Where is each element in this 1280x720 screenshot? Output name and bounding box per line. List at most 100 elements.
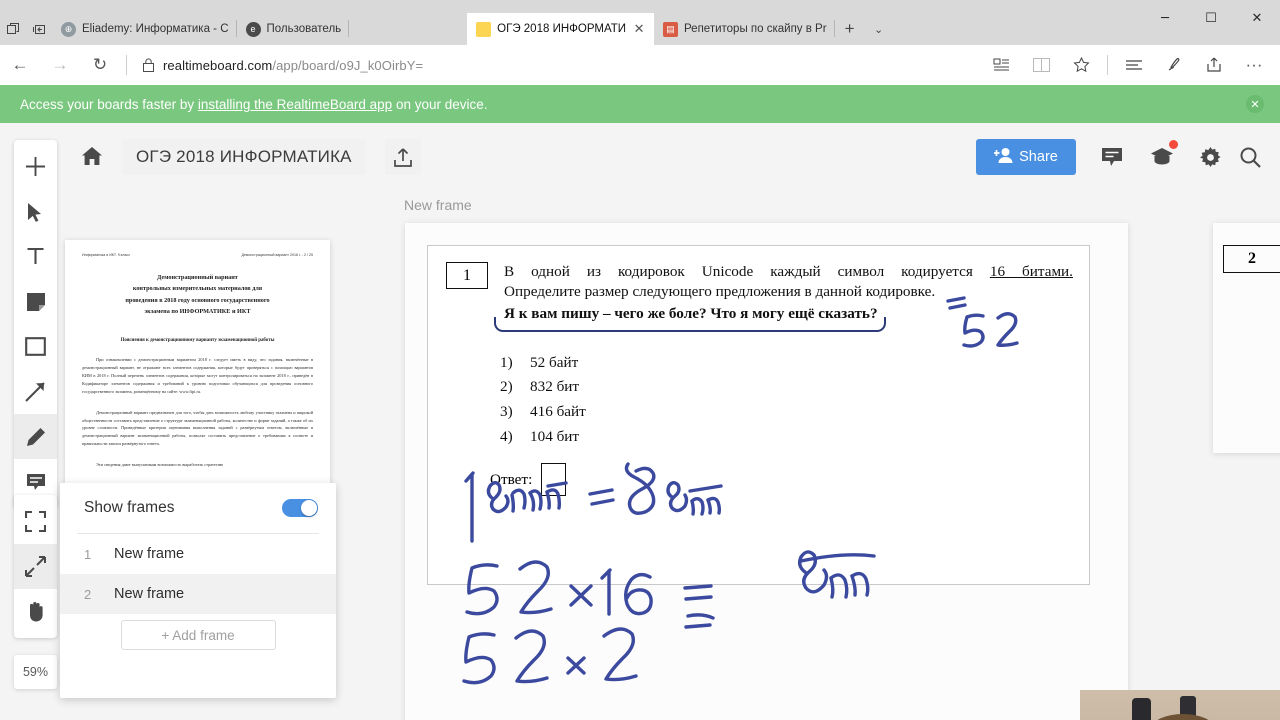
doc-title-line: экзамена по ИНФОРМАТИКЕ и ИКТ <box>144 308 251 316</box>
fit-screen-tool[interactable] <box>14 544 57 589</box>
question-text: В одной из кодировок Unicode каждый симв… <box>494 262 1073 332</box>
realtimeboard-app: Информатика и ИКТ. 9 класс Демонстрацион… <box>0 123 1280 720</box>
answer-label: Ответ: <box>490 470 533 488</box>
question-line-1: В одной из кодировок Unicode каждый симв… <box>504 262 1073 282</box>
banner-text-before: Access your boards faster by <box>20 96 198 112</box>
install-app-link[interactable]: installing the RealtimeBoard app <box>198 97 392 112</box>
close-button[interactable]: ✕ <box>1234 0 1280 36</box>
new-tab-button[interactable]: + <box>835 13 865 45</box>
show-frames-toggle[interactable] <box>282 499 318 517</box>
sticky-note-tool[interactable] <box>14 279 57 324</box>
banner-close-icon[interactable]: ✕ <box>1246 95 1264 113</box>
document-paragraph-3: Эти сведения дают выпускникам возможност… <box>96 462 224 468</box>
browser-tab-0[interactable]: ⊕ Eliademy: Информатика - С <box>52 13 237 45</box>
pen-tool[interactable] <box>14 414 57 459</box>
lock-icon <box>133 58 163 72</box>
navbar-divider-2 <box>1107 55 1108 75</box>
option-row[interactable]: 4) 104 бит <box>500 425 1089 450</box>
notification-badge <box>1169 140 1178 149</box>
doc-title-line: контрольных измерительных материалов для <box>132 285 263 293</box>
refresh-icon[interactable]: ↻ <box>80 45 120 85</box>
tab-close-icon[interactable]: ✕ <box>632 21 646 37</box>
question-line-2: Определите размер следующего предложения… <box>504 283 936 301</box>
screen: ⊕ Eliademy: Информатика - С e Пользовате… <box>0 0 1280 720</box>
board-title[interactable]: ОГЭ 2018 ИНФОРМАТИКА <box>122 139 366 175</box>
export-icon[interactable] <box>385 139 421 175</box>
comments-icon[interactable] <box>1094 139 1130 175</box>
frames-panel-header: Show frames <box>60 483 336 533</box>
frame-list-item-1[interactable]: 1 New frame <box>60 534 336 574</box>
frame-label[interactable]: New frame <box>404 197 472 213</box>
add-person-icon <box>993 147 1013 167</box>
hand-tool[interactable] <box>14 589 57 634</box>
back-icon[interactable]: ← <box>0 45 40 85</box>
document-paragraph-2: Демонстрационный вариант предназначен дл… <box>82 409 313 447</box>
option-row[interactable]: 1) 52 байт <box>500 351 1089 376</box>
wall-phone-icon <box>1132 698 1151 720</box>
tab-list-dropdown-icon[interactable]: ⌄ <box>865 13 893 45</box>
doc-title-line: проведения в 2018 году основного государ… <box>125 296 270 304</box>
document-subtitle: Пояснения к демонстрационному варианту э… <box>120 337 275 343</box>
minimize-button[interactable]: ─ <box>1142 0 1188 36</box>
board-icon <box>476 21 492 37</box>
question-options: 1) 52 байт 2) 832 бит 3) 416 байт 4) 104 бит <box>500 351 1089 450</box>
share-button[interactable]: Share <box>976 139 1076 175</box>
frame-number: 2 <box>84 586 92 602</box>
home-icon[interactable] <box>76 140 108 172</box>
share-page-icon[interactable] <box>1194 45 1234 85</box>
tab-title: ОГЭ 2018 ИНФОРМАТИ <box>497 23 627 35</box>
option-text: 52 байт <box>530 353 579 371</box>
question-row: 1 В одной из кодировок Unicode каждый си… <box>428 246 1089 332</box>
doc-header-left: Информатика и ИКТ. 9 класс <box>82 253 130 257</box>
webcam-overlay <box>1080 690 1280 720</box>
option-text: 416 байт <box>530 402 586 420</box>
show-frames-label: Show frames <box>84 499 175 516</box>
add-favorite-icon[interactable] <box>1061 45 1101 85</box>
zoom-level-indicator[interactable]: 59% <box>14 655 57 689</box>
board-frame-2[interactable]: 1 В одной из кодировок Unicode каждый си… <box>405 223 1128 720</box>
document-paragraph-1: При ознакомлении с демонстрационным вари… <box>82 356 313 394</box>
reading-view-icon[interactable] <box>981 45 1021 85</box>
hub-icon[interactable] <box>1114 45 1154 85</box>
academy-icon[interactable] <box>1144 139 1180 175</box>
doc-title-line: Демонстрационный вариант <box>157 274 238 281</box>
maximize-button[interactable]: ☐ <box>1188 0 1234 36</box>
browser-tab-1[interactable]: e Пользователь <box>237 13 350 45</box>
navbar-divider <box>126 55 127 75</box>
option-number: 3) <box>500 402 513 420</box>
tab-preview-icon[interactable] <box>0 13 26 45</box>
window-controls: ─ ☐ ✕ <box>1140 0 1280 36</box>
browser-tab-3[interactable]: ▤ Репетиторы по скайпу в Pr <box>654 13 835 45</box>
text-tool[interactable] <box>14 234 57 279</box>
question-line-3: Я к вам пишу – чего же боле? Что я могу … <box>494 304 886 332</box>
option-number: 4) <box>500 427 513 445</box>
option-row[interactable]: 2) 832 бит <box>500 375 1089 400</box>
arrow-tool[interactable] <box>14 369 57 414</box>
browser-tab-2[interactable]: ОГЭ 2018 ИНФОРМАТИ ✕ <box>467 13 655 45</box>
cursor-tool[interactable] <box>14 189 57 234</box>
answer-row: Ответ: <box>490 463 1089 497</box>
frame-list-item-2[interactable]: 2 New frame <box>60 574 336 614</box>
browser-titlebar: ⊕ Eliademy: Информатика - С e Пользовате… <box>0 0 1280 45</box>
settings-gear-icon[interactable] <box>1192 139 1228 175</box>
address-bar[interactable]: realtimeboard.com/app/board/o9J_k0OirbY= <box>133 45 981 85</box>
forward-icon[interactable]: → <box>40 45 80 85</box>
answer-box[interactable] <box>541 463 567 497</box>
option-row[interactable]: 3) 416 байт <box>500 400 1089 425</box>
toggle-knob <box>301 500 317 516</box>
add-frame-button[interactable]: + Add frame <box>120 620 276 650</box>
shape-tool[interactable] <box>14 324 57 369</box>
board-header: ОГЭ 2018 ИНФОРМАТИКА Share <box>0 123 1280 189</box>
settings-more-icon[interactable]: ··· <box>1234 45 1274 85</box>
document-header: Информатика и ИКТ. 9 класс Демонстрацион… <box>82 253 313 257</box>
tab-title: Пользователь <box>266 23 342 35</box>
board-frame-3[interactable]: 2 <box>1213 223 1280 453</box>
question-line-1-underlined: 16 битами. <box>989 263 1073 280</box>
search-icon[interactable] <box>1232 139 1268 175</box>
set-tabs-aside-icon[interactable] <box>26 13 52 45</box>
left-toolbar-secondary <box>14 495 57 638</box>
web-note-icon[interactable] <box>1154 45 1194 85</box>
favorites-bar-icon[interactable] <box>1021 45 1061 85</box>
question-number: 1 <box>446 262 488 289</box>
frame-tool[interactable] <box>14 499 57 544</box>
